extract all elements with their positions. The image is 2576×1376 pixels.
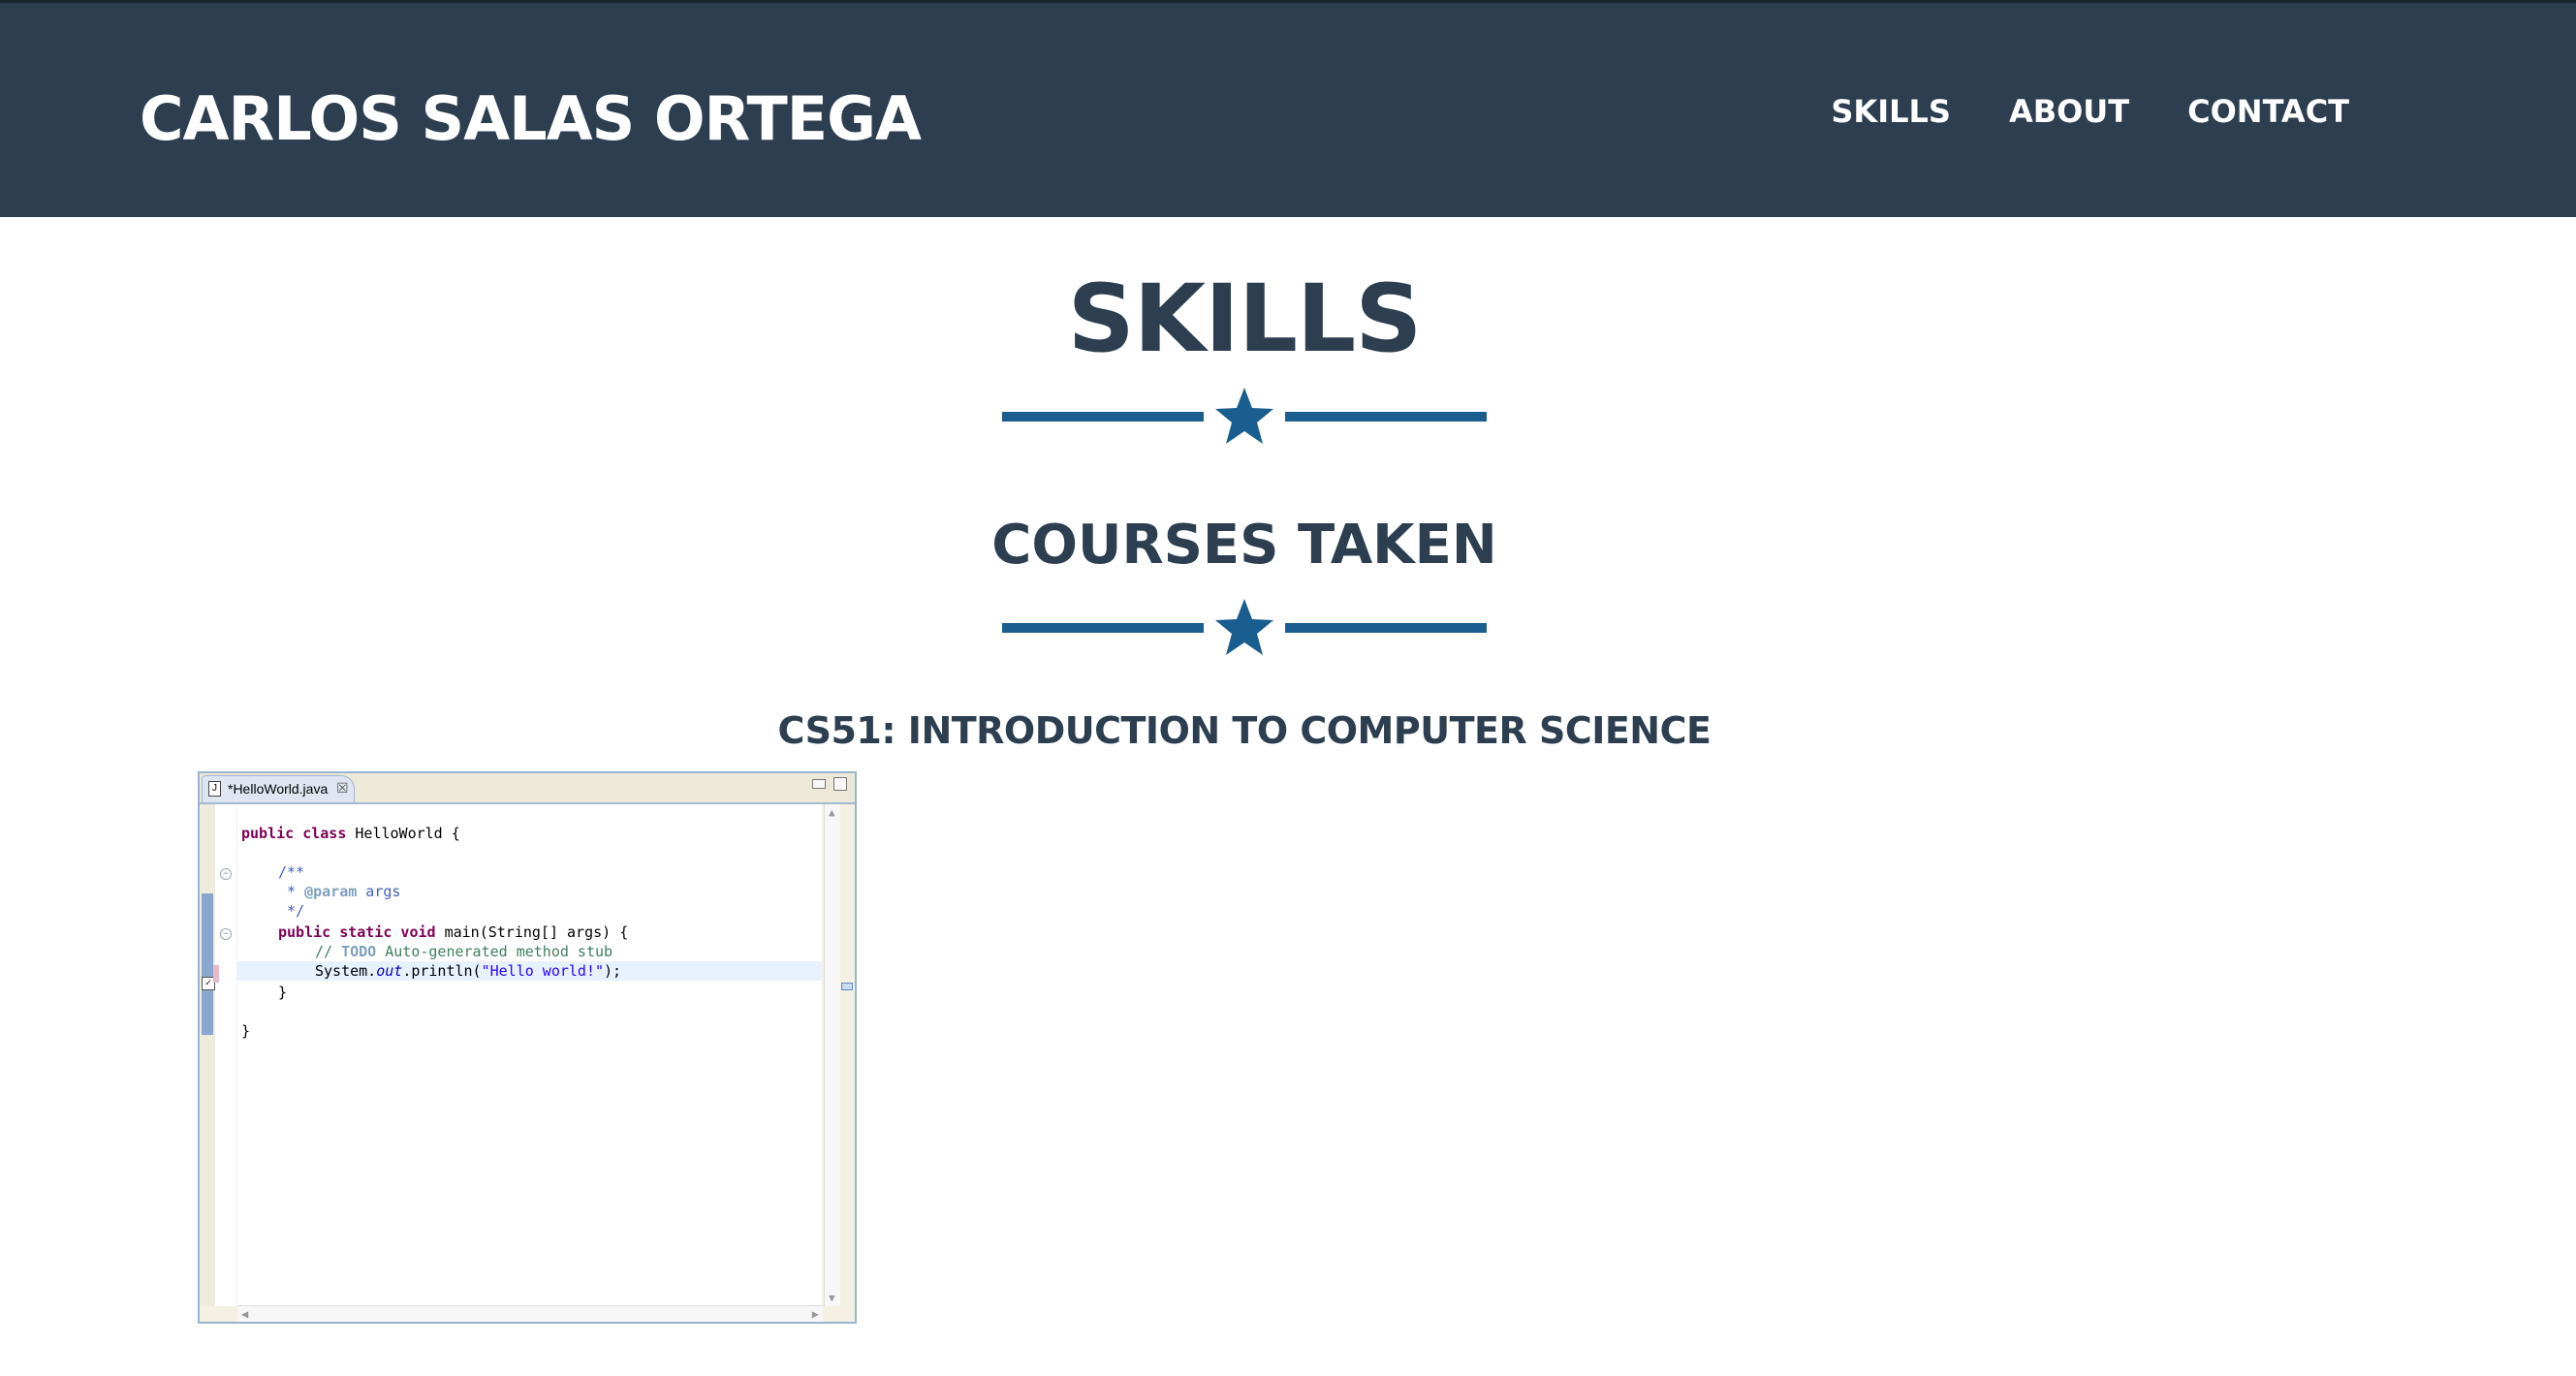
star-divider	[1002, 597, 1487, 659]
star-icon	[1215, 388, 1273, 444]
java-file-icon: J	[208, 781, 221, 797]
code-todo: TODO	[341, 943, 377, 960]
divider-line-left	[1002, 623, 1204, 633]
minimize-icon	[812, 779, 826, 789]
selection-marker	[202, 893, 213, 1035]
editor-tab-label: *HelloWorld.java	[228, 781, 329, 797]
nav-link-skills[interactable]: SKILLS	[1831, 92, 1951, 131]
nav-link-about[interactable]: ABOUT	[2009, 92, 2129, 131]
scroll-left-icon: ◀	[241, 1307, 249, 1321]
code-line: * @param args	[278, 882, 400, 901]
nav-links: SKILLS ABOUT CONTACT	[1831, 92, 2349, 131]
course-title: CS51: INTRODUCTION TO COMPUTER SCIENCE	[777, 709, 1712, 752]
horizontal-scrollbar: ◀ ▶	[237, 1305, 823, 1322]
code-text: }	[241, 1022, 251, 1040]
fold-collapse-icon: −	[220, 868, 232, 880]
code-javadoc: args	[357, 883, 401, 900]
code-line: }	[278, 983, 287, 1002]
code-string: "Hello world!"	[481, 962, 605, 980]
code-comment: //	[315, 943, 342, 960]
code-text: );	[604, 962, 622, 980]
code-line: public class HelloWorld {	[241, 824, 460, 843]
vertical-scrollbar: ▲ ▼	[822, 804, 855, 1306]
maximize-icon	[833, 777, 847, 791]
divider-line-right	[1285, 412, 1487, 422]
code-keyword: public class	[241, 825, 347, 842]
code-area: public class HelloWorld { /** * @param a…	[237, 804, 823, 1306]
courses-heading: COURSES TAKEN	[991, 514, 1497, 577]
code-javadoc-tag: @param	[304, 883, 358, 900]
overview-ruler-mark	[841, 983, 853, 990]
code-text: }	[278, 984, 288, 1001]
scroll-up-icon: ▲	[829, 806, 835, 819]
close-icon: ☒	[336, 780, 349, 796]
scroll-down-icon: ▼	[829, 1292, 835, 1304]
code-text: main(String[] args) {	[435, 923, 629, 941]
code-line: */	[278, 901, 304, 921]
code-line-current: System.out.println("Hello world!");	[237, 961, 823, 981]
divider-line-left	[1002, 412, 1204, 422]
nav-link-contact[interactable]: CONTACT	[2187, 92, 2349, 131]
code-text: .println(	[402, 962, 482, 980]
code-keyword: public static void	[278, 923, 436, 941]
code-text: System.	[315, 962, 377, 980]
code-javadoc: */	[278, 902, 305, 920]
star-divider	[1002, 386, 1487, 448]
code-line: public static void main(String[] args) {	[278, 923, 628, 942]
editor-left-gutter: ✓	[200, 804, 216, 1306]
navbar: CARLOS SALAS ORTEGA SKILLS ABOUT CONTACT	[0, 0, 2576, 217]
scroll-track: ▲ ▼	[824, 804, 840, 1306]
code-comment: Auto-generated method stub	[376, 943, 613, 960]
code-line: /**	[278, 862, 304, 882]
code-javadoc: *	[278, 883, 305, 900]
code-line: }	[241, 1021, 250, 1041]
site-brand[interactable]: CARLOS SALAS ORTEGA	[140, 82, 922, 156]
code-javadoc: /**	[278, 863, 305, 881]
code-field: out	[376, 962, 403, 980]
divider-line-right	[1285, 623, 1487, 633]
code-line: // TODO Auto-generated method stub	[315, 942, 613, 961]
line-change-marker	[213, 965, 219, 983]
skills-heading: SKILLS	[1067, 265, 1423, 373]
scroll-right-icon: ▶	[811, 1307, 819, 1321]
editor-tabbar: J *HelloWorld.java ☒	[200, 773, 855, 804]
editor-fold-gutter: − −	[215, 804, 237, 1306]
star-icon	[1215, 599, 1273, 655]
course-image-editor: J *HelloWorld.java ☒ ✓ − − public class …	[198, 771, 857, 1324]
code-text: HelloWorld {	[346, 825, 460, 842]
editor-tab: J *HelloWorld.java ☒	[202, 775, 355, 802]
fold-collapse-icon: −	[220, 928, 232, 940]
